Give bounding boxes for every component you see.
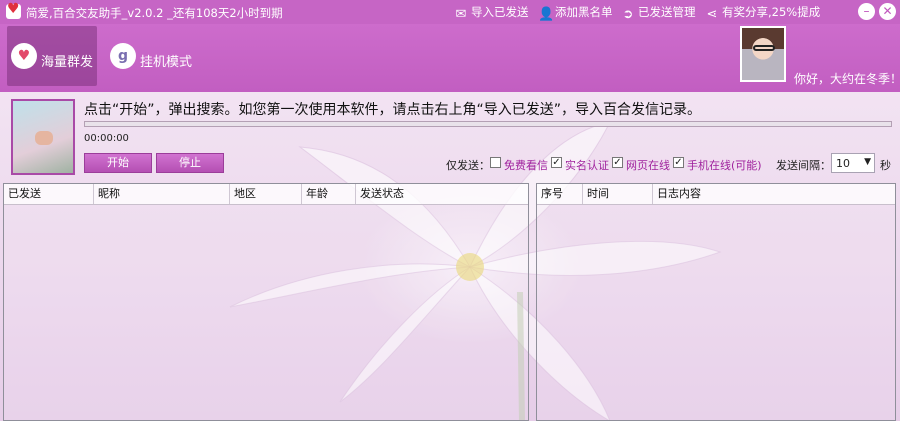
- column-time[interactable]: 时间: [583, 184, 653, 204]
- filter-label: 仅发送：: [446, 159, 490, 172]
- column-log-content[interactable]: 日志内容: [653, 184, 895, 204]
- timer-text: 00:00:00: [84, 133, 129, 144]
- avatar[interactable]: [740, 26, 786, 82]
- add-blacklist-button[interactable]: 👤添加黑名单: [538, 4, 613, 22]
- avatar-glasses: [753, 45, 775, 51]
- checkbox-real-name[interactable]: ✓: [551, 157, 562, 168]
- header-bar: ♥ 海量群发 g 挂机模式 你好，大约在冬季！: [0, 24, 900, 92]
- close-icon: ✕: [882, 4, 893, 18]
- checkbox-web-online[interactable]: ✓: [612, 157, 623, 168]
- sent-list-header: 已发送 昵称 地区 年龄 发送状态: [4, 184, 528, 205]
- instruction-text: 点击“开始”，弹出搜索。如您第一次使用本软件，请点击右上角“导入已发送”，导入百…: [84, 102, 702, 118]
- arrow-circle-icon: ➲: [622, 7, 634, 22]
- sent-list-table[interactable]: 已发送 昵称 地区 年龄 发送状态: [3, 183, 529, 421]
- user-greeting: 你好，大约在冬季！: [794, 72, 900, 86]
- column-nickname[interactable]: 昵称: [94, 184, 230, 204]
- interval-label: 发送间隔：: [776, 159, 831, 172]
- option-mobile-online[interactable]: 手机在线(可能): [687, 157, 762, 173]
- tab-mass-send[interactable]: ♥ 海量群发: [7, 26, 97, 86]
- title-bar: 简爱,百合交友助手_v2.0.2 _还有108天2小时到期 ✉导入已发送 👤添加…: [0, 0, 900, 24]
- checkbox-mobile-online[interactable]: ✓: [673, 157, 684, 168]
- interval-value: 10: [836, 157, 850, 170]
- option-web-online[interactable]: 网页在线: [626, 157, 670, 173]
- column-age[interactable]: 年龄: [302, 184, 356, 204]
- stop-button[interactable]: 停止: [156, 153, 224, 173]
- progress-bar: [84, 121, 892, 127]
- column-index[interactable]: 序号: [537, 184, 583, 204]
- tab-idle-mode[interactable]: g 挂机模式: [106, 26, 198, 86]
- app-heart-icon: [6, 1, 21, 19]
- interval-unit: 秒: [880, 159, 891, 172]
- column-send-status[interactable]: 发送状态: [356, 184, 528, 204]
- chevron-down-icon: ▼: [864, 157, 871, 167]
- share-icon: ⋖: [706, 7, 718, 22]
- column-sent[interactable]: 已发送: [4, 184, 94, 204]
- share-reward-button[interactable]: ⋖ 有奖分享,25%提成: [705, 4, 821, 22]
- heart-icon: ♥: [11, 43, 37, 69]
- import-sent-button[interactable]: ✉ 导入已发送: [454, 4, 529, 22]
- window-title: 简爱,百合交友助手_v2.0.2 _还有108天2小时到期: [26, 6, 283, 20]
- checkbox-free-read[interactable]: [490, 157, 501, 168]
- user-icon: 👤: [538, 7, 555, 22]
- thumbnail-image: [11, 99, 75, 175]
- minimize-icon: –: [863, 4, 870, 18]
- sent-manage-button[interactable]: ➲ 已发送管理: [621, 4, 696, 22]
- g-heart-icon: g: [110, 43, 136, 69]
- option-real-name[interactable]: 实名认证: [565, 157, 609, 173]
- envelope-icon: ✉: [455, 7, 467, 22]
- start-button[interactable]: 开始: [84, 153, 152, 173]
- log-header: 序号 时间 日志内容: [537, 184, 895, 205]
- column-region[interactable]: 地区: [230, 184, 302, 204]
- minimize-button[interactable]: –: [858, 3, 875, 20]
- log-table[interactable]: 序号 时间 日志内容: [536, 183, 896, 421]
- close-button[interactable]: ✕: [879, 3, 896, 20]
- option-free-read[interactable]: 免费看信: [504, 157, 548, 173]
- interval-select[interactable]: 10 ▼: [831, 153, 875, 173]
- app-window: 简爱,百合交友助手_v2.0.2 _还有108天2小时到期 ✉导入已发送 👤添加…: [0, 0, 900, 421]
